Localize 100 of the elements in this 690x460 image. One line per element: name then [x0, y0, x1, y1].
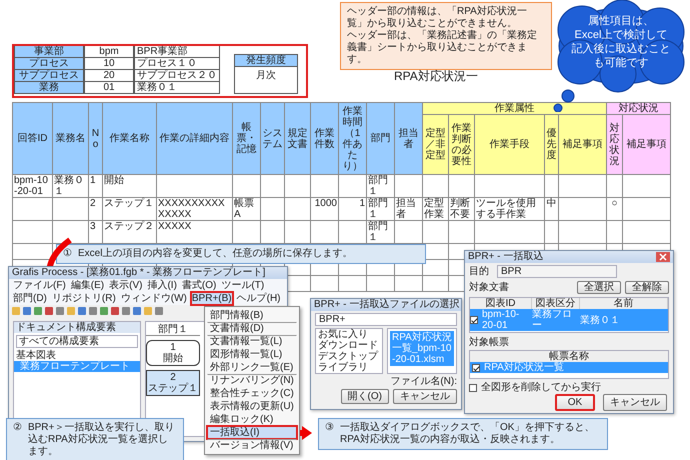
column-header: 帳票名称: [470, 351, 668, 362]
column-header: 補足事項: [622, 114, 670, 174]
cloud-text: 記入後に取込むこと: [570, 42, 672, 56]
column-header: 定型／非定型: [422, 114, 448, 174]
dialog-title: BPR+ - 一括取込ファイルの選択: [314, 299, 460, 311]
lane-header: 部門１: [146, 324, 200, 336]
step-number: ②: [13, 422, 22, 435]
table-cell: プロセス１０: [134, 58, 220, 70]
arrow: [300, 426, 312, 440]
nav-item[interactable]: デスクトップ: [316, 351, 382, 362]
menu-item[interactable]: リポジトリ(R): [50, 292, 117, 305]
table-cell: 業務０１: [134, 82, 220, 94]
dialog-button[interactable]: キャンセル: [603, 394, 667, 411]
table-cell: bpm: [84, 46, 134, 58]
table-cell: 1: [88, 174, 102, 198]
menu-item[interactable]: 書式(O): [180, 279, 218, 292]
callout-text: ヘッダー部は、「業務記述書」の「業務定義書」シートから取り込むことができます。: [347, 30, 538, 66]
column-header: 部門: [366, 102, 394, 174]
column-group-header: 対応状況: [606, 102, 670, 114]
menu-item[interactable]: 整合性チェック(C): [207, 387, 297, 400]
table-cell: 部門１: [366, 174, 394, 198]
menu-item[interactable]: 部門(D): [12, 292, 48, 305]
menu-item[interactable]: 文書情報(D): [207, 322, 297, 335]
filter-dropdown[interactable]: すべての構成要素: [16, 335, 138, 348]
node-label: ステップ１: [147, 383, 199, 394]
table-cell-text: bpm-10-20-01: [482, 309, 520, 331]
cloud-text: 属性項目は、: [587, 14, 655, 28]
dialog-button[interactable]: キャンセル: [393, 389, 457, 404]
table-cell-text: 月次: [255, 69, 277, 83]
window-title: Grafis Process - [業務01.fgb * - 業務フローテンプレート]: [12, 267, 266, 279]
table-cell: 開始: [102, 174, 156, 198]
menu-item[interactable]: 編集ロック(K): [207, 413, 297, 426]
column-header: 補足事項: [558, 114, 606, 174]
table-cell: 01: [84, 82, 134, 94]
column-group-header: 作業属性: [422, 102, 606, 114]
menu-item[interactable]: ヘルプ(H): [236, 292, 282, 305]
node-number: 2: [169, 372, 177, 383]
callout-text: BPR+＞一括取込を実行し、取り込むRPA対応状況一覧を選択します。: [28, 422, 176, 458]
table-cell: 判断不要: [448, 198, 474, 220]
column-header: 対応状況: [606, 114, 622, 174]
menu-item[interactable]: ファイル(F): [12, 279, 67, 292]
menu-item[interactable]: 図形情報一覧(L): [207, 348, 297, 361]
field-label: 目的: [469, 266, 489, 277]
section-label: 対象帳票: [469, 337, 510, 348]
table-cell-text: 業務フロー: [532, 309, 573, 331]
flow-node[interactable]: 1 開始: [146, 340, 200, 366]
nav-item[interactable]: ライブラリ: [316, 362, 382, 373]
menu-item[interactable]: 外部リンク一覧(E): [207, 361, 297, 374]
field-label: 発生頻度: [235, 55, 297, 67]
column-header: 作業件数: [310, 102, 338, 174]
panel-title: ドキュメント構成要素: [14, 322, 140, 333]
menu-item[interactable]: 表示情報の更新(U): [207, 400, 297, 413]
table-cell: 帳票A: [232, 198, 260, 220]
table-cell: ○: [606, 198, 622, 220]
column-header: 作業名称: [102, 102, 156, 174]
menu-item[interactable]: ツール(T): [220, 279, 266, 292]
dialog-button[interactable]: 開く(O): [340, 389, 389, 404]
table-cell: 担当者: [394, 198, 422, 220]
checkbox[interactable]: [472, 364, 480, 372]
menu-item[interactable]: リナンバリング(N): [207, 374, 297, 387]
tree-item[interactable]: 基本図表: [14, 350, 140, 361]
menu-item[interactable]: 表示(V): [108, 279, 144, 292]
step-number: ③: [325, 422, 334, 435]
nav-item[interactable]: ダウンロード: [316, 340, 382, 351]
checkbox[interactable]: [470, 316, 478, 324]
checkbox-label: 全図形を削除してから実行: [481, 382, 601, 393]
address-bar[interactable]: BPR+: [315, 313, 457, 326]
section-label: 対象文書: [469, 282, 510, 293]
callout-text: ヘッダー部の情報は、「RPA対応状況一覧」から取り込むことができません。: [347, 6, 528, 30]
menu-item[interactable]: 部門情報(B): [207, 309, 297, 322]
menu-item[interactable]: ウィンドウ(W): [120, 292, 188, 305]
menu-item[interactable]: BPR+(B): [190, 292, 233, 305]
dialog-button[interactable]: 全選択: [577, 281, 621, 294]
close-button[interactable]: [656, 252, 670, 262]
menu-item[interactable]: 挿入(I): [146, 279, 178, 292]
step-number: ①: [63, 248, 72, 260]
text-field[interactable]: BPR: [497, 265, 617, 278]
table-cell: RPA対応状況一覧: [484, 362, 564, 374]
table-cell-text: 業務０１: [580, 314, 621, 326]
column-header: 担当者: [394, 102, 422, 174]
column-header: 規定文書: [284, 102, 310, 174]
node-number: 1: [169, 342, 177, 353]
flow-node[interactable]: 2 ステップ１: [146, 370, 200, 396]
cloud-text: も可能です: [592, 56, 650, 70]
menu-item[interactable]: 文書情報一覧(L): [207, 335, 297, 348]
checkbox[interactable]: [469, 384, 477, 392]
dialog-button[interactable]: 全解除: [625, 281, 669, 294]
dialog-button[interactable]: OK: [555, 394, 595, 411]
table-cell: 20: [84, 70, 134, 82]
column-header: 作業手段: [474, 114, 544, 174]
nav-item[interactable]: お気に入り: [316, 329, 382, 340]
menu-item[interactable]: 編集(E): [70, 279, 106, 292]
dialog-title: BPR+ - 一括取込: [468, 251, 544, 263]
column-header: 回答ID: [12, 102, 52, 174]
menu-item[interactable]: バージョン情報(V): [207, 439, 297, 452]
column-header: No: [88, 102, 102, 174]
table-cell: サブプロセス２０: [134, 70, 220, 82]
menu-item[interactable]: 一括取込(I): [207, 426, 297, 439]
column-header: 帳票・記憶: [232, 102, 260, 174]
column-header: 作業時間（1件あたり）: [338, 102, 366, 174]
